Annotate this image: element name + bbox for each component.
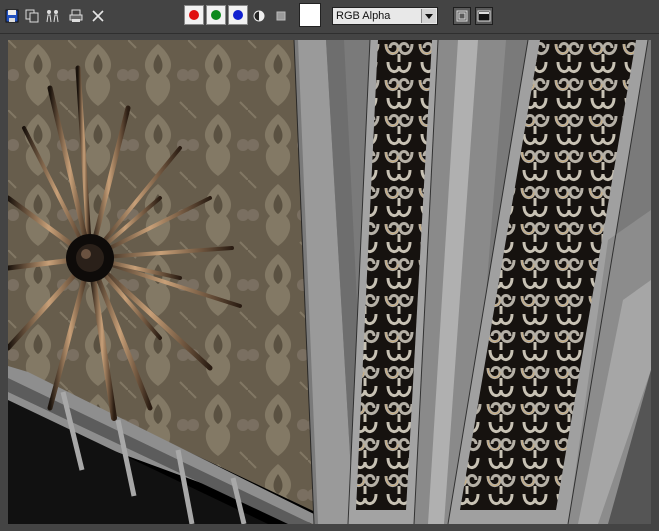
half-circle-icon[interactable]: [251, 8, 267, 24]
display-channel-select[interactable]: RGB Alpha: [332, 7, 438, 25]
blue-dot-icon: [233, 10, 243, 20]
blue-channel-button[interactable]: [228, 5, 248, 25]
display-channel-value: RGB Alpha: [336, 10, 391, 22]
render-image: [8, 40, 651, 524]
display-icon[interactable]: [475, 7, 493, 25]
rendered-frame: [8, 40, 651, 524]
green-dot-icon: [211, 10, 221, 20]
clear-icon[interactable]: [90, 8, 106, 24]
frame-window-icon[interactable]: [453, 7, 471, 25]
print-icon[interactable]: [68, 8, 84, 24]
green-channel-button[interactable]: [206, 5, 226, 25]
red-dot-icon: [189, 10, 199, 20]
save-icon[interactable]: [4, 8, 20, 24]
clone-icon[interactable]: [45, 8, 61, 24]
color-swatch[interactable]: [299, 3, 321, 27]
red-channel-button[interactable]: [184, 5, 204, 25]
render-toolbar: RGB Alpha: [0, 0, 659, 34]
copy-icon[interactable]: [24, 8, 40, 24]
chevron-down-icon[interactable]: [421, 9, 436, 23]
square-icon[interactable]: [273, 8, 289, 24]
